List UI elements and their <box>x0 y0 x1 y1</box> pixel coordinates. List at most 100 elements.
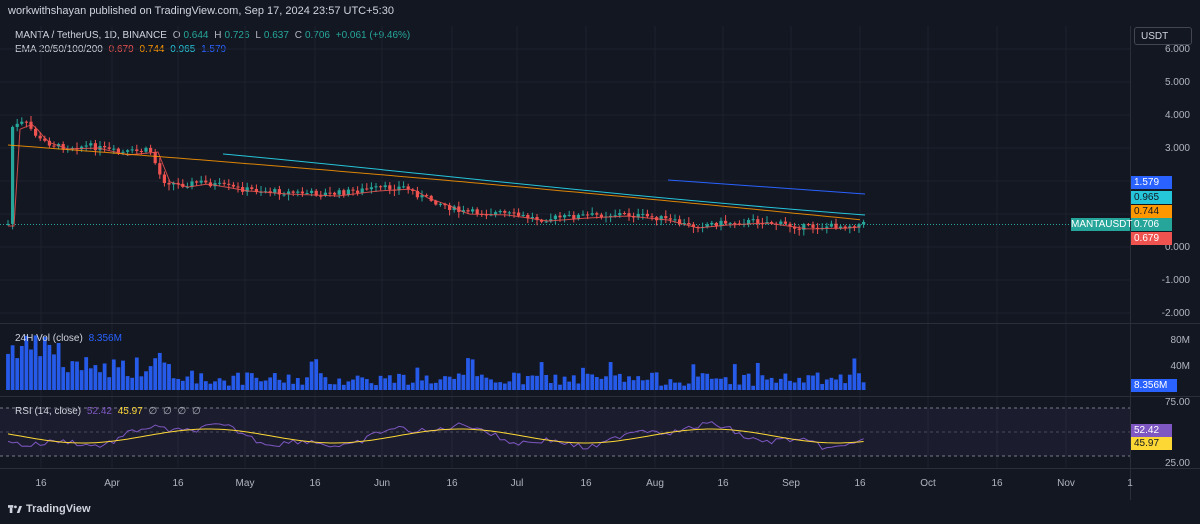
volume-bar <box>696 376 700 390</box>
volume-bar <box>139 376 144 390</box>
volume-bar <box>861 382 866 390</box>
volume-bar <box>176 378 181 390</box>
pane-separator-volume[interactable] <box>0 323 1200 324</box>
volume-bar <box>180 380 185 390</box>
volume-bar <box>760 375 765 390</box>
footer-brand[interactable]: TradingView <box>8 503 91 515</box>
candle-body <box>250 187 254 190</box>
volume-bar <box>677 382 682 390</box>
volume-bar <box>107 377 112 390</box>
volume-bar <box>93 365 98 390</box>
rsi-extra: ∅ <box>163 406 172 417</box>
volume-bar <box>217 378 222 390</box>
volume-bar <box>553 374 558 390</box>
candle-body <box>15 123 19 127</box>
candle-body <box>360 188 364 193</box>
volume-bar <box>627 376 631 390</box>
rsi-tag: 52.42 <box>1131 424 1172 437</box>
volume-bar <box>470 359 475 390</box>
price-tick: 3.000 <box>1164 143 1190 154</box>
volume-bar <box>332 384 337 390</box>
volume-bar <box>443 376 447 390</box>
candle-body <box>618 213 622 216</box>
candle-body <box>158 163 162 175</box>
volume-bar <box>98 372 102 390</box>
volume-legend[interactable]: 24H Vol (close) 8.356M <box>15 333 125 344</box>
volume-bar <box>65 372 70 390</box>
volume-bar <box>102 363 107 390</box>
volume-bar <box>410 382 415 390</box>
volume-bar <box>516 373 521 390</box>
volume-bar <box>355 375 360 390</box>
volume-bar <box>199 373 204 390</box>
volume-bar <box>378 375 383 390</box>
volume-bar <box>88 368 93 390</box>
volume-bar <box>144 371 148 390</box>
candle-body <box>300 191 304 194</box>
volume-bar <box>383 378 388 390</box>
candle-body <box>581 214 585 216</box>
volume-bar <box>194 383 199 390</box>
price-tick: 5.000 <box>1164 77 1190 88</box>
volume-bar <box>755 362 760 390</box>
rsi-legend[interactable]: RSI (14, close) 52.42 45.97 ∅ ∅ ∅ ∅ <box>15 406 204 417</box>
volume-bar <box>728 384 733 390</box>
rsi-ma-value: 45.97 <box>117 406 143 417</box>
volume-bar <box>148 366 153 390</box>
volume-bar <box>29 349 33 390</box>
candle-body <box>466 210 470 212</box>
candle-body <box>84 145 88 147</box>
pane-separator-rsi[interactable] <box>0 396 1200 397</box>
volume-bar <box>397 373 401 390</box>
volume-bar <box>544 374 549 390</box>
currency-button[interactable]: USDT <box>1134 27 1192 45</box>
volume-bar <box>415 367 420 390</box>
volume-bar <box>153 358 158 390</box>
volume-bar <box>673 382 677 390</box>
volume-bar <box>157 352 162 390</box>
volume-bar <box>594 377 599 390</box>
close-price-tag: 0.706 <box>1131 218 1172 231</box>
volume-bar <box>590 374 595 390</box>
time-axis-label: Sep <box>782 478 800 489</box>
volume-bar <box>185 376 190 390</box>
volume-bar <box>374 385 378 390</box>
volume-bar <box>507 381 512 390</box>
candle-body <box>374 186 378 188</box>
volume-bar <box>521 384 526 390</box>
candle-body <box>498 211 502 213</box>
volume-bar <box>765 379 769 390</box>
volume-bar <box>42 336 47 390</box>
volume-bar <box>571 375 576 390</box>
time-axis-label: 1 <box>1127 478 1133 489</box>
candle-body <box>862 221 866 225</box>
volume-bar <box>75 361 79 390</box>
volume-bar <box>111 359 116 390</box>
volume-bar <box>682 385 687 390</box>
volume-bar <box>254 377 259 390</box>
volume-bar <box>769 377 774 390</box>
time-axis-label: 16 <box>309 478 321 489</box>
candle-body <box>195 181 199 183</box>
chart-canvas[interactable] <box>0 26 1130 500</box>
volume-bar <box>286 374 291 390</box>
volume-bar <box>525 376 530 390</box>
volume-bar <box>309 361 314 390</box>
candle-body <box>126 150 130 152</box>
candle-body <box>756 219 760 224</box>
candle-body <box>337 190 341 195</box>
candle-body <box>724 220 728 224</box>
volume-bar <box>475 376 480 390</box>
volume-bar <box>337 378 342 390</box>
volume-bar <box>783 373 788 390</box>
candle-body <box>438 203 442 205</box>
volume-bar <box>746 373 751 390</box>
volume-bar <box>6 353 10 390</box>
volume-bar <box>272 373 277 390</box>
ema100-tag: 0.965 <box>1131 191 1172 204</box>
volume-bar <box>562 376 567 390</box>
time-axis-label: Nov <box>1057 478 1075 489</box>
candle-body <box>553 215 557 220</box>
volume-bar <box>751 385 756 390</box>
time-axis-label: 16 <box>991 478 1003 489</box>
